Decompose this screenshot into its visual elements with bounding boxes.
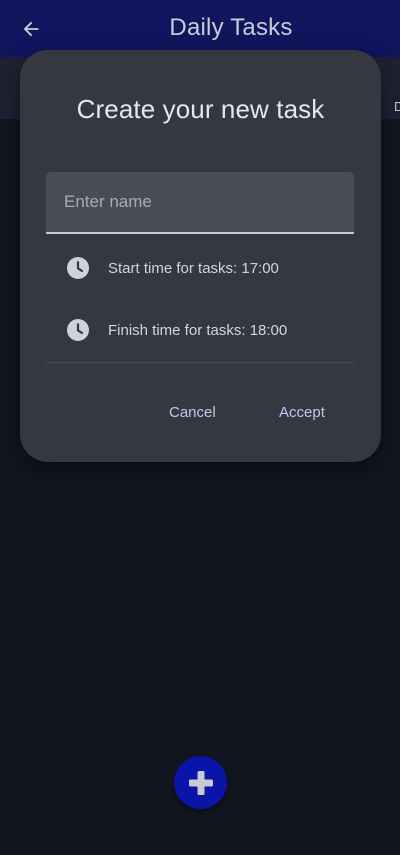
screen: Daily Tasks D Create your new task Start… (0, 0, 400, 855)
finish-time-row[interactable]: Finish time for tasks: 18:00 (46, 308, 354, 352)
dialog-title: Create your new task (76, 94, 325, 124)
start-time-row[interactable]: Start time for tasks: 17:00 (46, 246, 354, 290)
cancel-button[interactable]: Cancel (169, 400, 216, 424)
accept-button[interactable]: Accept (279, 400, 325, 424)
plus-icon (188, 770, 213, 795)
divider (46, 362, 354, 363)
start-time-label: Start time for tasks: 17:00 (108, 259, 279, 277)
name-field[interactable] (46, 172, 354, 234)
clock-icon (66, 256, 90, 280)
add-task-button[interactable] (174, 756, 227, 809)
name-input[interactable] (46, 172, 354, 232)
create-task-dialog: Create your new task Start time for task… (20, 50, 381, 462)
clock-icon (66, 318, 90, 342)
finish-time-label: Finish time for tasks: 18:00 (108, 321, 288, 339)
